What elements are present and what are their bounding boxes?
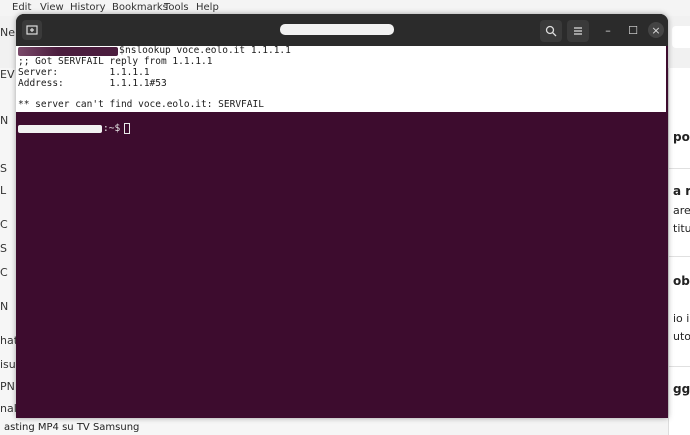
browser-tab-right[interactable] (672, 26, 690, 48)
second-prompt-redacted (18, 125, 102, 133)
menu-tools[interactable]: Tools (164, 2, 189, 13)
right-text: titu (673, 222, 690, 235)
menu-help[interactable]: Help (196, 2, 219, 13)
footer-link[interactable]: asting MP4 su TV Samsung (4, 422, 139, 433)
right-text: are (673, 204, 690, 217)
prompt-symbol: $ (119, 45, 125, 56)
right-heading: obl (673, 274, 690, 288)
output-line: Address: 1.1.1.1#53 (18, 78, 167, 89)
menu-edit[interactable]: Edit (12, 2, 31, 13)
search-icon (545, 25, 557, 37)
close-button[interactable]: × (648, 22, 664, 38)
menu-view[interactable]: View (40, 2, 64, 13)
terminal-header: – ☐ × (16, 14, 668, 46)
browser-right-panel: port a re are titu obl io i uto ggi (668, 68, 690, 435)
hamburger-icon (574, 27, 582, 35)
right-heading: ggi (673, 382, 690, 396)
search-button[interactable] (540, 20, 562, 42)
second-prompt-symbol: :~$ (103, 123, 121, 134)
minimize-button[interactable]: – (600, 22, 616, 38)
selected-output: $ nslookup voce.eolo.it 1.1.1.1 ;; Got S… (16, 46, 666, 112)
right-heading: port (673, 130, 690, 144)
browser-footer: asting MP4 su TV Samsung (0, 419, 430, 435)
right-text: uto (673, 330, 690, 343)
menu-button[interactable] (567, 20, 589, 42)
prompt-redacted (18, 47, 118, 56)
maximize-icon: ☐ (628, 23, 638, 37)
command-text: nslookup voce.eolo.it 1.1.1.1 (125, 45, 291, 56)
minimize-icon: – (605, 23, 611, 37)
output-line: Server: 1.1.1.1 (18, 67, 150, 78)
output-line: ;; Got SERVFAIL reply from 1.1.1.1 (18, 56, 213, 67)
terminal-body[interactable]: $ nslookup voce.eolo.it 1.1.1.1 ;; Got S… (16, 46, 668, 418)
new-tab-button[interactable] (22, 20, 42, 40)
right-text: io i (673, 312, 690, 325)
menu-history[interactable]: History (70, 2, 106, 13)
text-cursor (124, 123, 130, 134)
divider (669, 366, 690, 367)
right-heading: a re (673, 184, 690, 198)
terminal-window[interactable]: – ☐ × $ nslookup voce.eolo.it 1.1.1.1 ;;… (16, 14, 668, 418)
window-title-redacted (280, 24, 394, 35)
browser-tab-label: Ne (0, 26, 15, 39)
maximize-button[interactable]: ☐ (625, 22, 641, 38)
divider (669, 256, 690, 257)
divider (669, 168, 690, 169)
new-tab-icon (26, 25, 38, 35)
close-icon: × (651, 23, 661, 37)
menu-bookmarks[interactable]: Bookmarks (112, 2, 168, 13)
output-line: ** server can't find voce.eolo.it: SERVF… (18, 99, 264, 110)
